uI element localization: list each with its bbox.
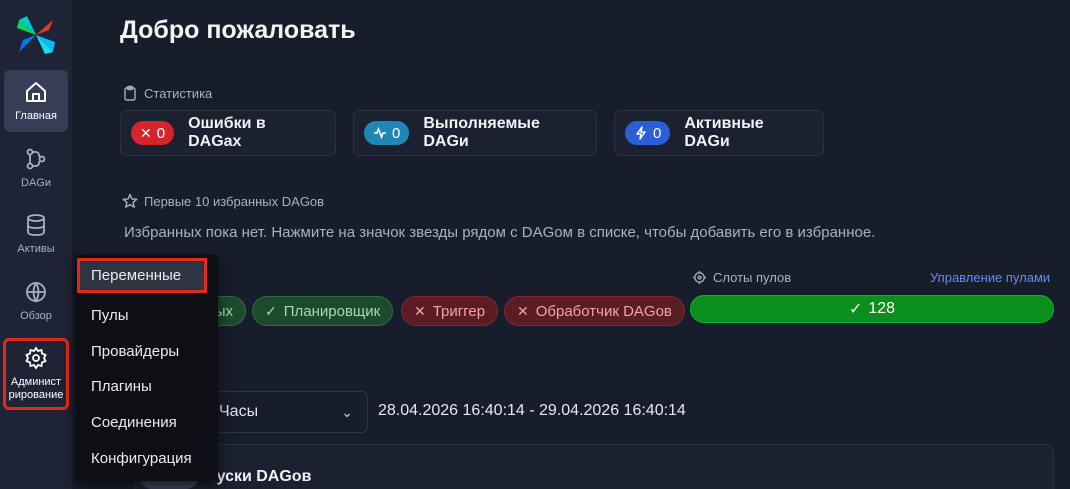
sidebar: Главная DAGи Активы Обзор Админист рирова… bbox=[0, 0, 72, 489]
gear-icon bbox=[25, 346, 47, 370]
sidebar-item-label: Активы bbox=[17, 243, 55, 255]
sidebar-item-label: Админист рирование bbox=[8, 376, 64, 401]
sidebar-item-label: Главная bbox=[15, 110, 57, 122]
close-icon: ✕ bbox=[517, 302, 529, 319]
favorites-heading: Первые 10 избранных DAGов bbox=[122, 193, 324, 209]
sidebar-item-browse[interactable]: Обзор bbox=[4, 270, 68, 332]
menu-item-providers[interactable]: Провайдеры bbox=[91, 343, 179, 360]
chevron-down-icon: ⌄ bbox=[341, 403, 353, 420]
clipboard-icon bbox=[124, 85, 136, 101]
sidebar-item-assets[interactable]: Активы bbox=[4, 203, 68, 265]
pulse-icon bbox=[374, 126, 386, 140]
menu-item-variables[interactable]: Переменные bbox=[77, 258, 207, 293]
lightning-icon bbox=[636, 126, 646, 140]
menu-item-pools[interactable]: Пулы bbox=[91, 307, 129, 324]
sidebar-item-label: Обзор bbox=[20, 310, 52, 322]
home-icon bbox=[26, 82, 46, 102]
airflow-logo-icon[interactable] bbox=[15, 14, 57, 56]
stats-heading: Статистика bbox=[122, 85, 212, 101]
stat-card-active-dags[interactable]: 0 Активные DAGи bbox=[614, 110, 824, 156]
dag-icon bbox=[26, 148, 46, 170]
pool-slots-bar[interactable]: ✓ 128 bbox=[690, 295, 1054, 323]
stat-card-running-dags[interactable]: 0 Выполняемые DAGи bbox=[353, 110, 597, 156]
stat-badge: ✕ 0 bbox=[131, 121, 175, 145]
close-icon: ✕ bbox=[414, 302, 426, 319]
menu-item-connections[interactable]: Соединения bbox=[91, 414, 177, 431]
sidebar-item-label: DAGи bbox=[21, 177, 51, 189]
star-icon bbox=[122, 193, 138, 208]
health-badge-triggerer[interactable]: ✕ Триггер bbox=[401, 296, 499, 326]
health-badge-scheduler[interactable]: ✓ Планировщик bbox=[252, 296, 394, 326]
sidebar-item-admin[interactable]: Админист рирование bbox=[3, 338, 69, 410]
sidebar-item-dags[interactable]: DAGи bbox=[4, 137, 68, 199]
manage-pools-link[interactable]: Управление пулами bbox=[930, 270, 1050, 285]
page-title: Добро пожаловать bbox=[120, 16, 356, 44]
check-icon: ✓ bbox=[848, 301, 863, 318]
menu-item-plugins[interactable]: Плагины bbox=[91, 378, 152, 395]
check-icon: ✓ bbox=[265, 302, 277, 319]
database-icon bbox=[27, 214, 45, 236]
stat-card-import-errors[interactable]: ✕ 0 Ошибки в DAGах bbox=[120, 110, 336, 156]
stat-badge: 0 bbox=[625, 121, 671, 145]
globe-icon bbox=[26, 282, 46, 303]
menu-item-config[interactable]: Конфигурация bbox=[91, 450, 192, 467]
target-icon bbox=[692, 270, 707, 285]
pool-slots-heading: Слоты пулов bbox=[692, 270, 791, 285]
favorites-empty-message: Избранных пока нет. Нажмите на значок зв… bbox=[124, 224, 876, 241]
sidebar-item-home[interactable]: Главная bbox=[4, 70, 68, 132]
stat-badge: 0 bbox=[364, 121, 410, 145]
health-badge-dag-processor[interactable]: ✕ Обработчик DAGов bbox=[504, 296, 685, 326]
time-range-select[interactable]: Часы ⌄ bbox=[196, 391, 368, 433]
admin-dropdown-menu: Переменные Пулы Провайдеры Плагины Соеди… bbox=[75, 255, 218, 481]
close-icon: ✕ bbox=[140, 124, 152, 141]
date-range-label: 28.04.2026 16:40:14 - 29.04.2026 16:40:1… bbox=[378, 402, 686, 419]
